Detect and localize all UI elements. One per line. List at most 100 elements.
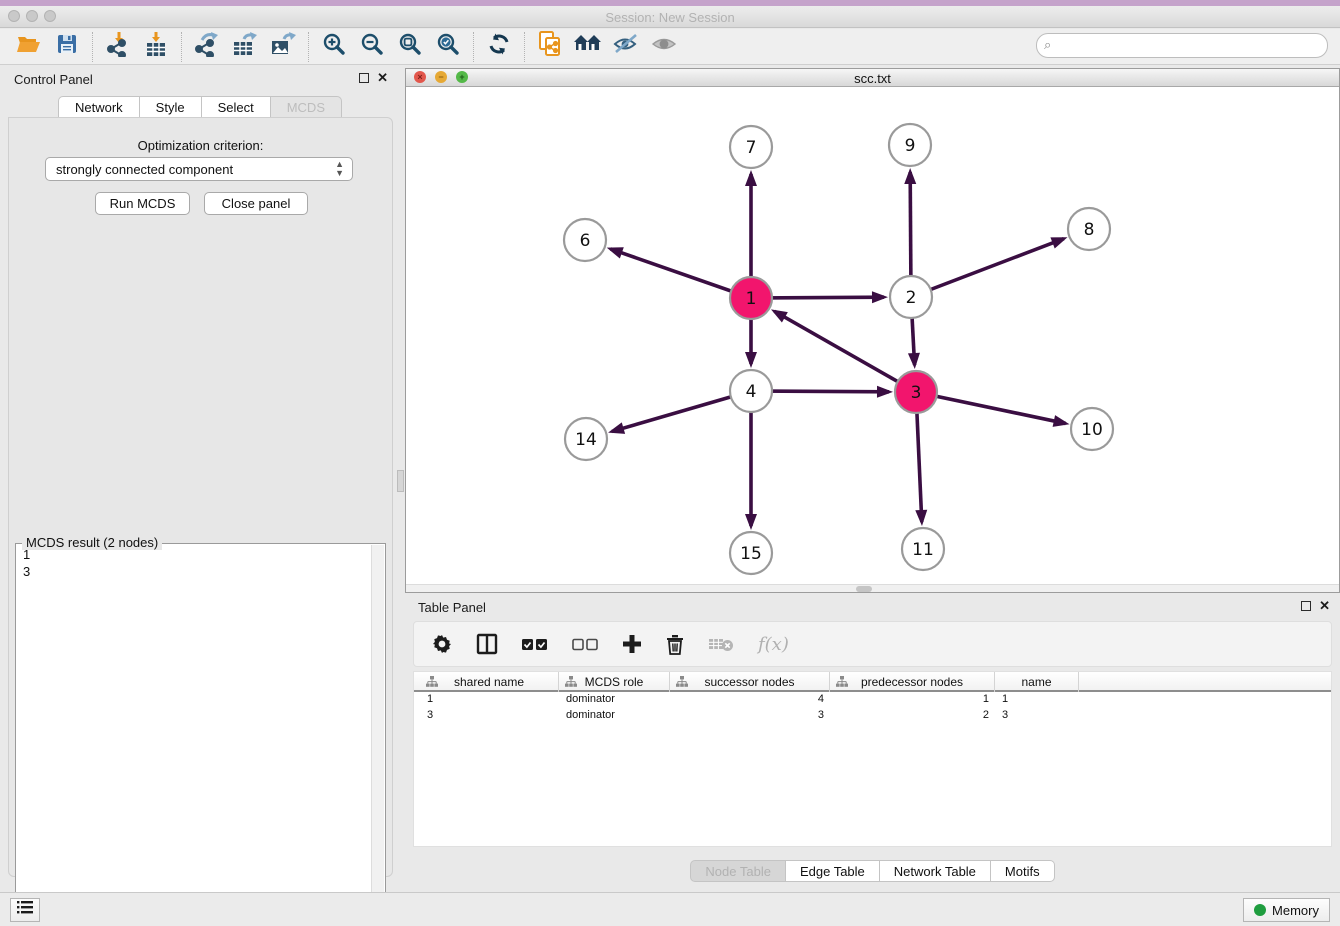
column-header-successor-nodes[interactable]: successor nodes — [670, 672, 830, 692]
window-title: Session: New Session — [0, 10, 1340, 25]
column-type-icon — [676, 676, 688, 687]
cell[interactable]: 3 — [420, 708, 559, 724]
graph-node-1[interactable]: 1 — [730, 277, 772, 319]
graph-node-8[interactable]: 8 — [1068, 208, 1110, 250]
cell[interactable]: 1 — [995, 692, 1079, 708]
run-mcds-button[interactable]: Run MCDS — [95, 192, 190, 215]
select-all-rows-button[interactable] — [522, 638, 548, 651]
cell[interactable]: 1 — [830, 692, 995, 708]
duplicate-network-button[interactable] — [531, 31, 569, 63]
refresh-layout-button[interactable] — [480, 31, 518, 63]
tab-select[interactable]: Select — [202, 96, 271, 118]
tab-motifs[interactable]: Motifs — [991, 860, 1055, 882]
network-canvas[interactable]: 7 9 6 8 1 2 4 3 14 10 15 11 — [406, 87, 1339, 584]
column-header-MCDS-role[interactable]: MCDS role — [559, 672, 670, 692]
column-header-shared-name[interactable]: shared name — [420, 672, 559, 692]
zoom-selected-button[interactable] — [429, 31, 467, 63]
create-column-button[interactable] — [622, 634, 642, 654]
network-horizontal-scrollbar[interactable] — [406, 584, 1339, 592]
graph-node-3[interactable]: 3 — [895, 371, 937, 413]
import-table-button[interactable] — [137, 31, 175, 63]
graph-node-10[interactable]: 10 — [1071, 408, 1113, 450]
zoom-out-icon — [360, 32, 384, 61]
float-panel-icon[interactable] — [1301, 601, 1311, 611]
edge-1-to-6[interactable] — [610, 249, 751, 298]
open-file-button[interactable] — [10, 31, 48, 63]
cell[interactable]: dominator — [559, 708, 670, 724]
optimization-criterion-label: Optimization criterion: — [9, 138, 392, 153]
table-row[interactable]: 1dominator411 — [414, 692, 1331, 708]
node-label: 7 — [746, 138, 757, 158]
optimization-criterion-select[interactable]: strongly connected component ▲▼ — [45, 157, 353, 181]
tab-edge-table[interactable]: Edge Table — [786, 860, 880, 882]
zoom-in-button[interactable] — [315, 31, 353, 63]
cell[interactable]: dominator — [559, 692, 670, 708]
cell[interactable]: 3 — [670, 708, 830, 724]
close-panel-icon[interactable]: ✕ — [1319, 601, 1330, 611]
scrollbar-thumb[interactable] — [856, 586, 872, 592]
graph-node-11[interactable]: 11 — [902, 528, 944, 570]
close-panel-icon[interactable]: ✕ — [377, 73, 388, 83]
result-scrollbar[interactable] — [371, 545, 384, 921]
graph-node-14[interactable]: 14 — [565, 418, 607, 460]
column-header-name[interactable]: name — [995, 672, 1079, 692]
export-network-button[interactable] — [188, 31, 226, 63]
table-toolbar: f(x) — [413, 621, 1332, 667]
node-label: 8 — [1084, 220, 1095, 240]
edge-2-to-8[interactable] — [911, 239, 1064, 297]
houses-icon — [573, 32, 603, 61]
toolbar-separator — [308, 32, 309, 62]
import-network-button[interactable] — [99, 31, 137, 63]
column-visibility-button[interactable] — [476, 633, 498, 655]
memory-label: Memory — [1272, 903, 1319, 918]
search-box: ⌕ — [1036, 33, 1328, 58]
save-icon — [56, 33, 78, 60]
selected-option: strongly connected component — [56, 162, 233, 177]
export-image-icon — [270, 31, 296, 62]
deselect-all-rows-button[interactable] — [572, 638, 598, 651]
tab-network[interactable]: Network — [58, 96, 140, 118]
mcds-panel: Optimization criterion: strongly connect… — [8, 117, 393, 877]
cell[interactable]: 4 — [670, 692, 830, 708]
show-all-button[interactable] — [645, 31, 683, 63]
first-neighbors-button[interactable] — [569, 31, 607, 63]
control-panel-tabs: NetworkStyleSelectMCDS — [0, 96, 400, 118]
close-panel-button[interactable]: Close panel — [204, 192, 308, 215]
graph-node-9[interactable]: 9 — [889, 124, 931, 166]
cell[interactable]: 3 — [995, 708, 1079, 724]
network-window-titlebar[interactable]: × − + scc.txt — [406, 69, 1339, 87]
tab-network-table[interactable]: Network Table — [880, 860, 991, 882]
graph-node-15[interactable]: 15 — [730, 532, 772, 574]
zoom-fit-button[interactable] — [391, 31, 429, 63]
refresh-icon — [487, 32, 511, 61]
graph-node-2[interactable]: 2 — [890, 276, 932, 318]
tab-style[interactable]: Style — [140, 96, 202, 118]
node-label: 9 — [905, 136, 916, 156]
table-row[interactable]: 3dominator323 — [414, 708, 1331, 724]
panel-splitter-handle[interactable] — [397, 470, 404, 492]
graph-node-4[interactable]: 4 — [730, 370, 772, 412]
float-panel-icon[interactable] — [359, 73, 369, 83]
column-label: shared name — [454, 675, 524, 689]
cell[interactable]: 1 — [420, 692, 559, 708]
task-history-button[interactable] — [10, 898, 40, 922]
export-image-button[interactable] — [264, 31, 302, 63]
result-item: 1 — [17, 547, 369, 564]
export-table-button[interactable] — [226, 31, 264, 63]
memory-button[interactable]: Memory — [1243, 898, 1330, 922]
search-input[interactable] — [1036, 33, 1328, 58]
tab-mcds[interactable]: MCDS — [271, 96, 342, 118]
edge-3-to-1[interactable] — [774, 311, 916, 392]
cell[interactable]: 2 — [830, 708, 995, 724]
graph-node-7[interactable]: 7 — [730, 126, 772, 168]
zoom-out-button[interactable] — [353, 31, 391, 63]
table-settings-button[interactable] — [432, 634, 452, 654]
node-label: 14 — [575, 430, 597, 450]
column-header-predecessor-nodes[interactable]: predecessor nodes — [830, 672, 995, 692]
graph-node-6[interactable]: 6 — [564, 219, 606, 261]
tab-node-table[interactable]: Node Table — [690, 860, 786, 882]
edge-3-to-10[interactable] — [916, 392, 1066, 423]
delete-column-button[interactable] — [666, 634, 684, 655]
save-session-button[interactable] — [48, 31, 86, 63]
hide-selected-button[interactable] — [607, 31, 645, 63]
